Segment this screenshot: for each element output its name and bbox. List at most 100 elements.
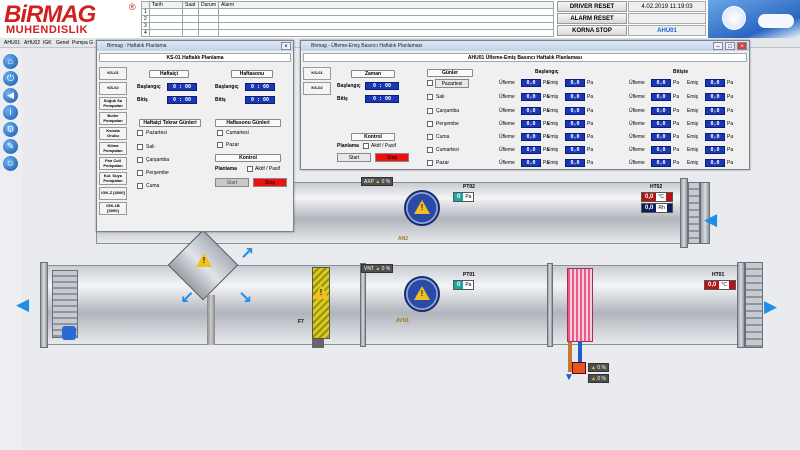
- emis-pressure-input[interactable]: 0,0: [705, 93, 725, 101]
- ufleme-pressure-input[interactable]: 0,0: [521, 107, 541, 115]
- pazartesi-checkbox[interactable]: [137, 130, 143, 136]
- haftasonu-end-input[interactable]: 0 : 00: [245, 96, 275, 104]
- aktif-pasif-checkbox[interactable]: [363, 143, 369, 149]
- maximize-icon[interactable]: □: [725, 42, 735, 50]
- minimize-icon[interactable]: –: [713, 42, 723, 50]
- nav-item-pompa[interactable]: Pompa G: [70, 39, 95, 47]
- tab-ks01[interactable]: KS-01: [99, 67, 127, 80]
- emis-pressure-input[interactable]: 0,0: [565, 107, 585, 115]
- warning-icon: ▲: [375, 266, 381, 272]
- tab-kul-suyu[interactable]: Kul. Suyu Pompaları: [99, 172, 127, 185]
- carsamba-checkbox[interactable]: [137, 157, 143, 163]
- cumartesi-checkbox[interactable]: [217, 130, 223, 136]
- window-title[interactable]: Birmag - Üfleme-Emiş Basıncı Haftalık Pl…: [301, 41, 749, 51]
- ufleme-pressure-input[interactable]: 0,0: [521, 146, 541, 154]
- ufleme-pressure-input[interactable]: 0,0: [651, 107, 671, 115]
- ufleme-pressure-input[interactable]: 0,0: [651, 159, 671, 167]
- tab-soguk-su[interactable]: Soğuk Su Pompaları: [99, 97, 127, 110]
- tab-igk-1b[interactable]: IGK-1B [3000]: [99, 202, 127, 215]
- ufleme-pressure-input[interactable]: 0,0: [651, 93, 671, 101]
- emis-pressure-input[interactable]: 0,0: [565, 93, 585, 101]
- sali-checkbox[interactable]: [137, 144, 143, 150]
- emis-pressure-input[interactable]: 0,0: [565, 133, 585, 141]
- nav-item-ahu01[interactable]: AHU01: [2, 39, 22, 47]
- emis-pressure-input[interactable]: 0,0: [565, 120, 585, 128]
- day-checkbox[interactable]: [427, 94, 433, 100]
- emis-pressure-input[interactable]: 0,0: [565, 146, 585, 154]
- nav-item-genel[interactable]: Genel: [54, 39, 71, 47]
- close-icon[interactable]: ×: [737, 42, 747, 50]
- tab-fan-coil[interactable]: Fan Coil Pompaları: [99, 157, 127, 170]
- emis-pressure-input[interactable]: 0,0: [705, 133, 725, 141]
- settings-icon[interactable]: ⚙: [3, 122, 18, 137]
- tab-klima[interactable]: Klima Pompaları: [99, 142, 127, 155]
- ufleme-pressure-input[interactable]: 0,0: [521, 120, 541, 128]
- ufleme-pressure-input[interactable]: 0,0: [521, 133, 541, 141]
- korna-stop-button[interactable]: KORNA STOP: [557, 25, 627, 36]
- ahu01-planning-window[interactable]: Birmag - Üfleme-Emiş Basıncı Haftalık Pl…: [300, 40, 750, 170]
- back-icon[interactable]: ◀: [3, 88, 18, 103]
- driver-reset-button[interactable]: DRIVER RESET: [557, 1, 627, 12]
- ufleme-pressure-input[interactable]: 0,0: [651, 146, 671, 154]
- tab-ks02[interactable]: KS-02: [99, 82, 127, 95]
- haftasonu-start-input[interactable]: 0 : 00: [245, 83, 275, 91]
- power-icon[interactable]: ⏻: [3, 71, 18, 86]
- emis-pressure-input[interactable]: 0,0: [705, 107, 725, 115]
- window-title[interactable]: Birmag - Haftalık Planlama: [97, 41, 293, 51]
- nav-item-igk[interactable]: IGK: [41, 39, 54, 47]
- persembe-checkbox[interactable]: [137, 170, 143, 176]
- ufleme-pressure-input[interactable]: 0,0: [521, 93, 541, 101]
- stop-button[interactable]: Stop: [253, 178, 287, 187]
- day-checkbox[interactable]: [427, 80, 433, 86]
- nav-item-ahu02[interactable]: AHU02: [22, 39, 42, 47]
- emis-pressure-input[interactable]: 0,0: [705, 120, 725, 128]
- tab-konsta[interactable]: Konsta Grubu: [99, 127, 127, 140]
- zaman-start-input[interactable]: 0 : 00: [365, 82, 399, 90]
- tab-ks02[interactable]: KS-02: [303, 82, 331, 95]
- valve-actuator-icon[interactable]: [572, 362, 586, 374]
- emis-pressure-input[interactable]: 0,0: [705, 159, 725, 167]
- ks01-planning-window[interactable]: Birmag - Haftalık Planlama × KS-01 Hafta…: [96, 40, 294, 232]
- tab-ks01[interactable]: KS-01: [303, 67, 331, 80]
- pazar-checkbox[interactable]: [217, 142, 223, 148]
- day-checkbox[interactable]: [427, 134, 433, 140]
- damper-actuator-icon[interactable]: [62, 326, 76, 340]
- emis-pressure-input[interactable]: 0,0: [705, 79, 725, 87]
- tab-boiler[interactable]: Boiler Pompaları: [99, 112, 127, 125]
- haftaici-end-input[interactable]: 0 : 00: [167, 96, 197, 104]
- table-row[interactable]: 2: [141, 15, 554, 23]
- start-button[interactable]: Start: [337, 153, 371, 162]
- close-icon[interactable]: ×: [281, 42, 291, 50]
- day-checkbox[interactable]: [427, 160, 433, 166]
- zaman-end-input[interactable]: 0 : 00: [365, 95, 399, 103]
- home-icon[interactable]: ⌂: [3, 54, 18, 69]
- ufleme-pressure-input[interactable]: 0,0: [651, 120, 671, 128]
- alarm-reset-button[interactable]: ALARM RESET: [557, 13, 627, 24]
- day-checkbox[interactable]: [427, 121, 433, 127]
- emis-pressure-input[interactable]: 0,0: [565, 79, 585, 87]
- aktif-pasif-checkbox[interactable]: [247, 166, 253, 172]
- ufleme-pressure-input[interactable]: 0,0: [651, 79, 671, 87]
- table-row[interactable]: 4: [141, 29, 554, 37]
- heating-coil[interactable]: [567, 268, 593, 342]
- cuma-checkbox[interactable]: [137, 183, 143, 189]
- table-row[interactable]: 3: [141, 22, 554, 30]
- day-button[interactable]: Pazartesi: [435, 79, 469, 88]
- emis-pressure-input[interactable]: 0,0: [705, 146, 725, 154]
- bag-filter[interactable]: [312, 267, 330, 339]
- stop-button[interactable]: Stop: [375, 153, 409, 162]
- day-checkbox[interactable]: [427, 108, 433, 114]
- emis-label: Emiş: [547, 147, 559, 153]
- haftaici-start-input[interactable]: 0 : 00: [167, 83, 197, 91]
- info-icon[interactable]: i: [3, 105, 18, 120]
- table-row[interactable]: 1: [141, 8, 554, 16]
- user-icon[interactable]: ☺: [3, 156, 18, 171]
- ufleme-pressure-input[interactable]: 0,0: [521, 79, 541, 87]
- start-button[interactable]: Start: [215, 178, 249, 187]
- tab-igk-z[interactable]: IGK-Z [4000]: [99, 187, 127, 200]
- emis-pressure-input[interactable]: 0,0: [565, 159, 585, 167]
- ufleme-pressure-input[interactable]: 0,0: [651, 133, 671, 141]
- ufleme-pressure-input[interactable]: 0,0: [521, 159, 541, 167]
- tools-icon[interactable]: ✎: [3, 139, 18, 154]
- day-checkbox[interactable]: [427, 147, 433, 153]
